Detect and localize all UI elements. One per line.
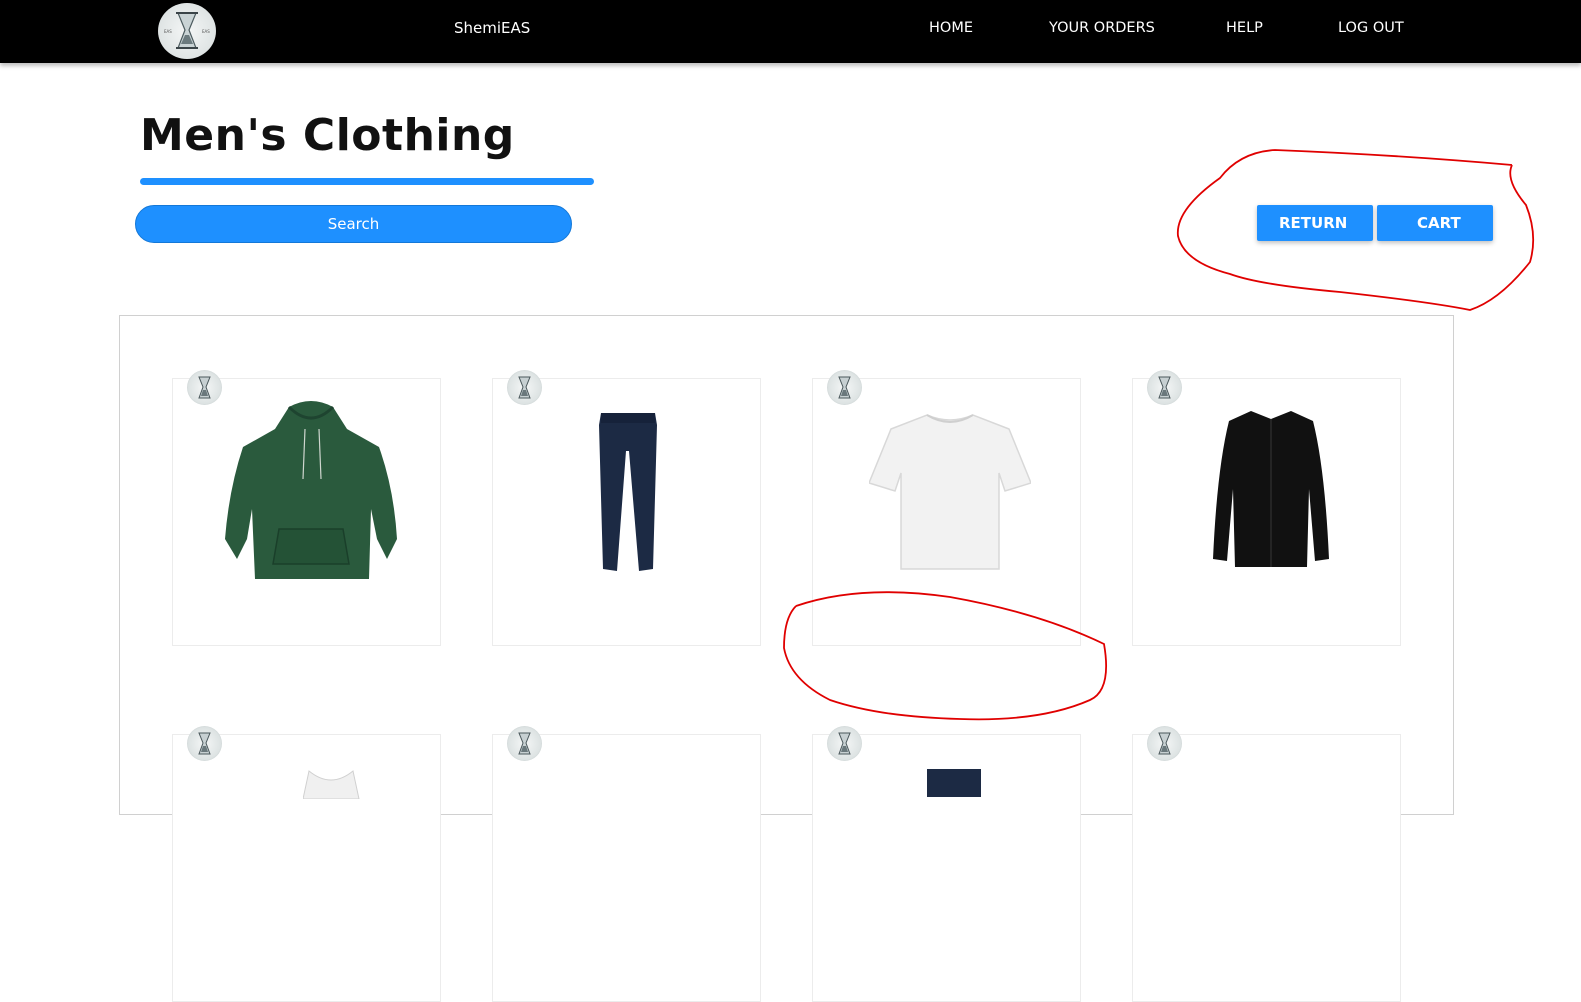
product-card[interactable] bbox=[172, 726, 441, 1002]
black-shirt-icon bbox=[1213, 411, 1329, 567]
nav-log-out[interactable]: LOG OUT bbox=[1338, 20, 1404, 36]
top-navbar: EAS EAS ShemiEAS HOME YOUR ORDERS HELP L… bbox=[0, 0, 1581, 63]
hourglass-badge-icon bbox=[1147, 726, 1182, 761]
svg-text:EAS: EAS bbox=[164, 29, 172, 34]
page-title: Men's Clothing bbox=[140, 110, 515, 161]
navy-pants-icon bbox=[599, 413, 657, 571]
hourglass-badge-icon bbox=[827, 726, 862, 761]
product-card[interactable] bbox=[1132, 370, 1401, 646]
product-card[interactable] bbox=[1132, 726, 1401, 1002]
return-button[interactable]: RETURN bbox=[1257, 205, 1373, 241]
brand-name: ShemiEAS bbox=[454, 19, 531, 37]
product-card[interactable] bbox=[492, 370, 761, 646]
nav-help[interactable]: HELP bbox=[1226, 20, 1263, 36]
nav-home[interactable]: HOME bbox=[929, 20, 973, 36]
navy-jeans-icon bbox=[927, 769, 981, 797]
cart-button[interactable]: CART bbox=[1377, 205, 1493, 241]
hourglass-badge-icon bbox=[187, 370, 222, 405]
search-button[interactable]: Search bbox=[135, 205, 572, 243]
product-card[interactable] bbox=[492, 726, 761, 1002]
white-tshirt-icon bbox=[869, 414, 1031, 570]
product-card[interactable] bbox=[172, 370, 441, 646]
hourglass-badge-icon bbox=[187, 726, 222, 761]
product-card[interactable] bbox=[812, 726, 1081, 1002]
svg-text:EAS: EAS bbox=[202, 29, 210, 34]
nav-your-orders[interactable]: YOUR ORDERS bbox=[1049, 20, 1155, 36]
hourglass-badge-icon bbox=[507, 370, 542, 405]
hourglass-badge-icon bbox=[1147, 370, 1182, 405]
hourglass-badge-icon bbox=[507, 726, 542, 761]
hourglass-logo-icon[interactable]: EAS EAS bbox=[158, 3, 216, 59]
product-card[interactable] bbox=[812, 370, 1081, 646]
white-tank-icon bbox=[303, 770, 360, 799]
hourglass-badge-icon bbox=[827, 370, 862, 405]
green-hoodie-icon bbox=[225, 401, 397, 579]
title-underline bbox=[140, 178, 594, 185]
